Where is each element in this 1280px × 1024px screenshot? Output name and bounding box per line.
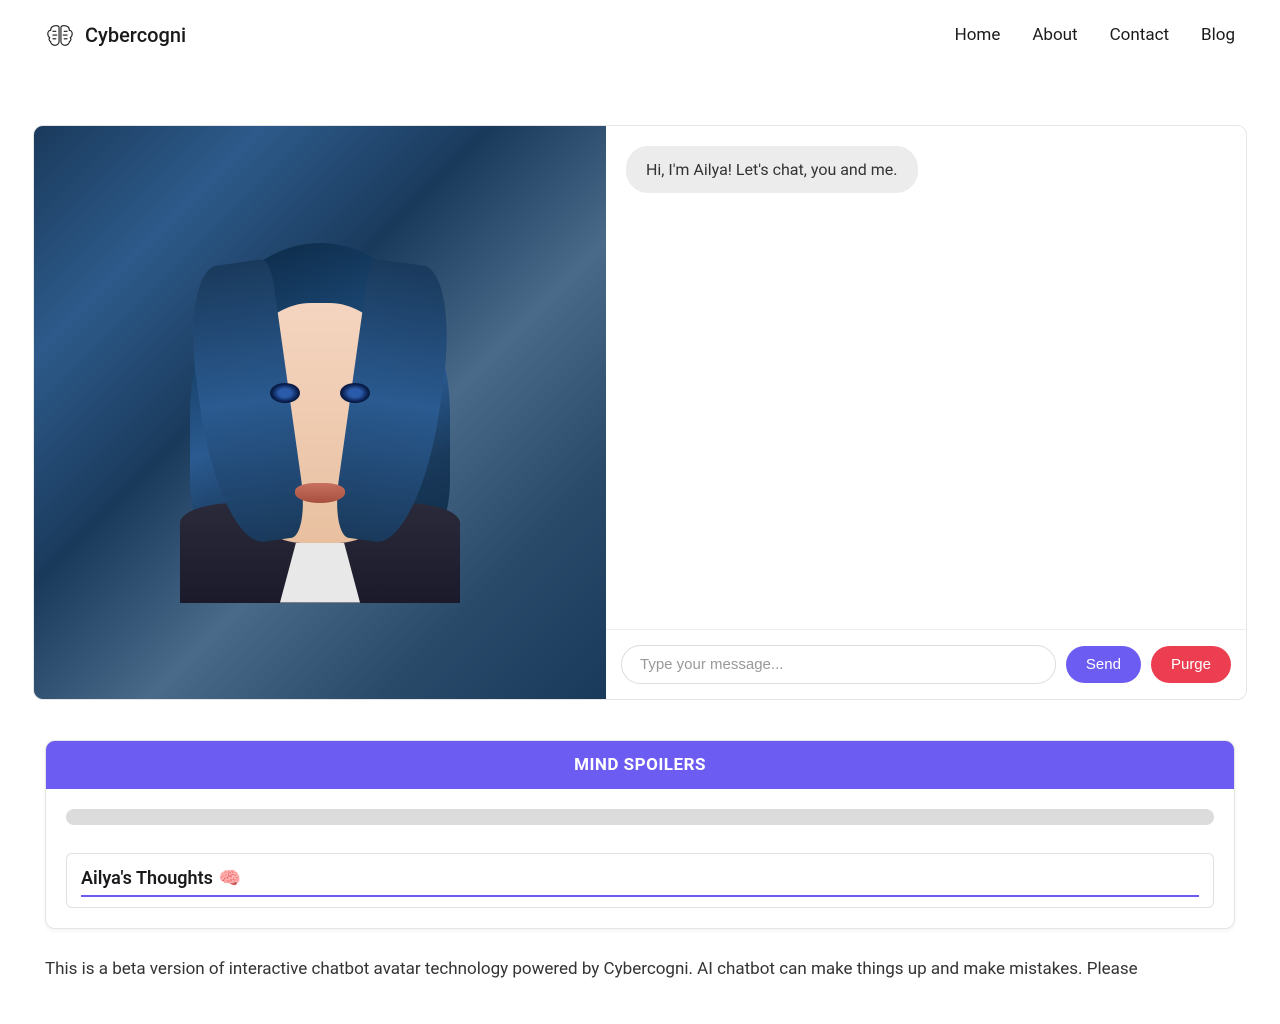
thoughts-title-text: Ailya's Thoughts: [81, 868, 213, 889]
nav-blog[interactable]: Blog: [1201, 25, 1235, 45]
brain-icon: [45, 20, 75, 50]
chat-message-bot: Hi, I'm Ailya! Let's chat, you and me.: [626, 146, 918, 193]
mind-spoilers-card: MIND SPOILERS Ailya's Thoughts 🧠: [45, 740, 1235, 929]
chat-input[interactable]: [621, 645, 1056, 684]
chat-card: Hi, I'm Ailya! Let's chat, you and me. S…: [33, 125, 1247, 700]
logo-area[interactable]: Cybercogni: [45, 20, 186, 50]
thoughts-box: Ailya's Thoughts 🧠: [66, 853, 1214, 908]
chat-input-row: Send Purge: [606, 629, 1246, 699]
disclaimer-text: This is a beta version of interactive ch…: [0, 929, 1280, 1003]
chat-panel: Hi, I'm Ailya! Let's chat, you and me. S…: [606, 126, 1246, 699]
chat-messages: Hi, I'm Ailya! Let's chat, you and me.: [606, 126, 1246, 629]
mind-spoilers-body: Ailya's Thoughts 🧠: [46, 789, 1234, 928]
nav-about[interactable]: About: [1032, 25, 1077, 45]
header: Cybercogni Home About Contact Blog: [0, 0, 1280, 70]
nav: Home About Contact Blog: [955, 25, 1235, 45]
avatar-image: [34, 126, 606, 699]
mind-spoilers-header: MIND SPOILERS: [46, 741, 1234, 789]
progress-bar: [66, 809, 1214, 825]
main-container: Hi, I'm Ailya! Let's chat, you and me. S…: [0, 70, 1280, 929]
brain-emoji-icon: 🧠: [219, 868, 241, 889]
nav-home[interactable]: Home: [955, 25, 1001, 45]
thoughts-title: Ailya's Thoughts 🧠: [81, 868, 1199, 897]
send-button[interactable]: Send: [1066, 646, 1141, 683]
purge-button[interactable]: Purge: [1151, 646, 1231, 683]
nav-contact[interactable]: Contact: [1110, 25, 1169, 45]
brand-name: Cybercogni: [85, 23, 186, 47]
